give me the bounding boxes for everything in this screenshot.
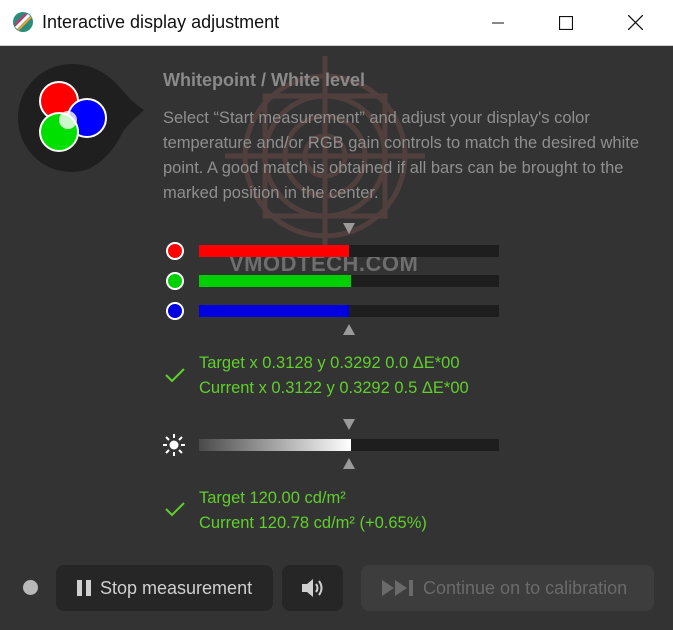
continue-calibration-label: Continue on to calibration bbox=[423, 577, 628, 598]
luminance-bar-track bbox=[199, 439, 499, 451]
red-bar-track bbox=[199, 245, 499, 257]
luminance-check-icon bbox=[165, 502, 185, 517]
section-heading: Whitepoint / White level bbox=[163, 70, 365, 90]
skip-forward-icon bbox=[382, 580, 413, 596]
blue-bar-fill bbox=[199, 305, 349, 317]
center-marker-bottom bbox=[343, 324, 355, 335]
stop-measurement-button[interactable]: Stop measurement bbox=[56, 565, 273, 611]
green-bar-track bbox=[199, 275, 499, 287]
sound-toggle-button[interactable] bbox=[282, 565, 343, 611]
whitepoint-target: Target x 0.3128 y 0.3292 0.0 ΔE*00 bbox=[199, 354, 460, 372]
green-bar-row bbox=[163, 271, 503, 291]
main-panel: Whitepoint / White level Select “Start m… bbox=[0, 46, 673, 630]
close-icon bbox=[627, 15, 643, 30]
luminance-marker-bottom bbox=[343, 458, 355, 469]
stop-measurement-label: Stop measurement bbox=[100, 577, 253, 598]
pause-icon bbox=[77, 580, 91, 596]
maximize-button[interactable] bbox=[543, 0, 589, 45]
luminance-bar-row bbox=[163, 434, 503, 456]
center-marker-top bbox=[343, 223, 355, 234]
whitepoint-check-icon bbox=[165, 368, 185, 383]
luminance-marker-top bbox=[343, 419, 355, 430]
red-dot bbox=[166, 242, 184, 260]
app-icon bbox=[13, 12, 33, 32]
title-bar: Interactive display adjustment bbox=[0, 0, 673, 46]
whitepoint-current: Current x 0.3122 y 0.3292 0.5 ΔE*00 bbox=[199, 379, 469, 397]
green-bar-fill bbox=[199, 275, 351, 287]
blue-bar-track bbox=[199, 305, 499, 317]
minimize-button[interactable] bbox=[475, 0, 521, 45]
minimize-icon bbox=[492, 22, 504, 23]
luminance-current: Current 120.78 cd/m² (+0.65%) bbox=[199, 514, 427, 532]
measurement-indicator bbox=[23, 580, 38, 595]
blue-bar-row bbox=[163, 301, 503, 321]
maximize-icon bbox=[559, 15, 573, 30]
continue-calibration-button[interactable]: Continue on to calibration bbox=[361, 565, 654, 611]
red-bar-row bbox=[163, 241, 503, 261]
window-title: Interactive display adjustment bbox=[42, 12, 280, 32]
blue-dot bbox=[166, 302, 184, 320]
instructions-text: Select “Start measurement” and adjust yo… bbox=[163, 109, 639, 202]
luminance-bar-fill bbox=[199, 439, 351, 451]
red-bar-fill bbox=[199, 245, 349, 257]
green-dot bbox=[166, 272, 184, 290]
close-button[interactable] bbox=[612, 0, 658, 45]
luminance-target: Target 120.00 cd/m² bbox=[199, 489, 346, 507]
speaker-icon bbox=[301, 579, 322, 597]
rgb-logo bbox=[18, 64, 144, 172]
brightness-icon bbox=[163, 434, 185, 456]
